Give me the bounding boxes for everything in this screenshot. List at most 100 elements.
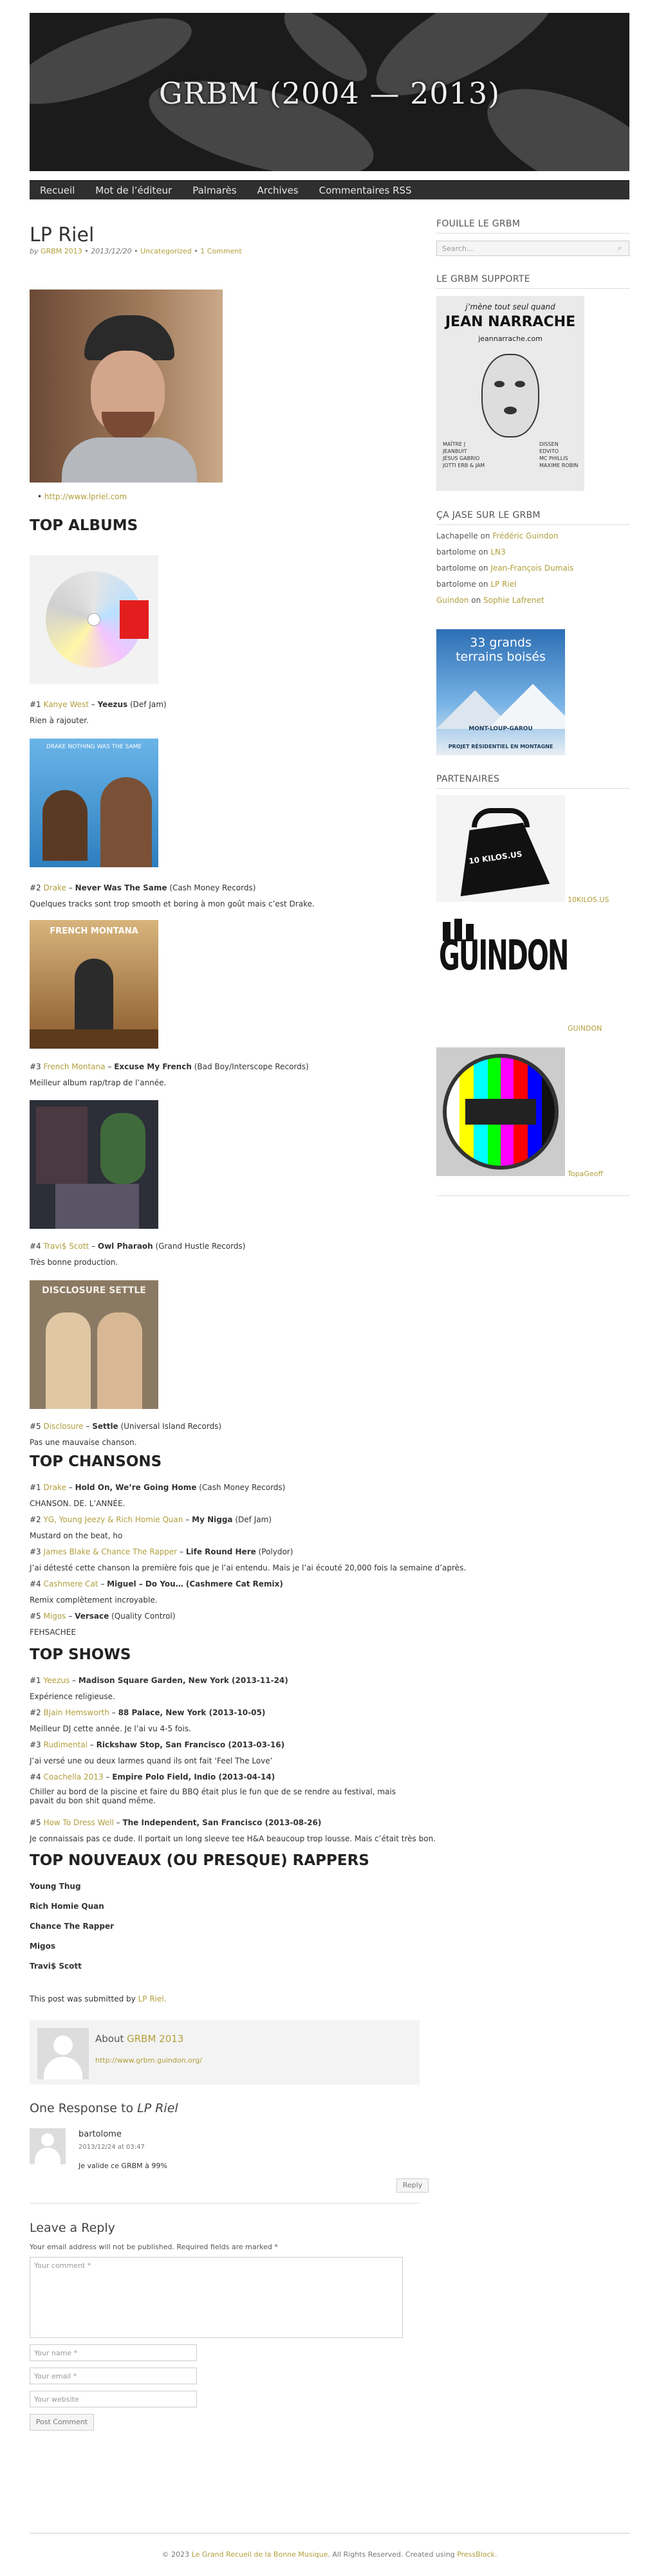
partner-link-topageoff[interactable]: TopaGeoff bbox=[568, 1170, 603, 1178]
album-cover-owl-pharaoh bbox=[30, 1100, 158, 1229]
album-comment-4: Très bonne production. bbox=[30, 1258, 118, 1267]
album-cover-nothing-was-the-same: DRAKE NOTHING WAS THE SAME bbox=[30, 739, 158, 867]
footer-site-link[interactable]: Le Grand Recueil de la Bonne Musique bbox=[192, 2550, 328, 2559]
partner-logo-topageoff[interactable] bbox=[436, 1047, 565, 1176]
reply-button[interactable]: Reply bbox=[396, 2178, 429, 2193]
top-albums-heading: TOP ALBUMS bbox=[30, 517, 138, 534]
show-line-5: #5 How To Dress Well – The Independent, … bbox=[30, 1818, 322, 1827]
external-link-item: • http://www.lpriel.com bbox=[37, 492, 127, 501]
show-line-3: #3 Rudimental – Rickshaw Stop, San Franc… bbox=[30, 1740, 285, 1749]
comment-author: bartolome bbox=[79, 2130, 122, 2139]
nav-item-mot-editeur[interactable]: Mot de l’éditeur bbox=[95, 185, 172, 196]
show-comment-1: Expérience religieuse. bbox=[30, 1692, 115, 1701]
search-icon[interactable]: ⌕ bbox=[618, 243, 622, 253]
album-comment-3: Meilleur album rap/trap de l’année. bbox=[30, 1078, 167, 1087]
recent-comment-5: Guindon on Sophie Lafrenet bbox=[436, 596, 544, 605]
site-title: GRBM (2004 — 2013) bbox=[158, 76, 501, 111]
responses-title: One Response to LP Riel bbox=[30, 2101, 178, 2115]
jean-narrache-poster[interactable]: j’mène tout seul quand JEAN NARRACHE jea… bbox=[436, 296, 584, 491]
commenter-avatar bbox=[30, 2128, 66, 2164]
show-comment-4: Chiller au bord de la piscine et faire d… bbox=[30, 1787, 396, 1805]
artist-website-link[interactable]: http://www.lpriel.com bbox=[44, 492, 127, 501]
top-nouveaux-heading: TOP NOUVEAUX (OU PRESQUE) RAPPERS bbox=[30, 1852, 369, 1869]
song-line-4: #4 Cashmere Cat – Miguel – Do You… (Cash… bbox=[30, 1579, 283, 1588]
meta-by: by bbox=[30, 247, 39, 255]
top-shows-heading: TOP SHOWS bbox=[30, 1646, 131, 1663]
about-author-link[interactable]: GRBM 2013 bbox=[127, 2033, 183, 2045]
author-link[interactable]: GRBM 2013 bbox=[41, 247, 82, 255]
support-heading: LE GRBM SUPPORTE bbox=[436, 274, 629, 289]
sidebar-divider bbox=[436, 1195, 629, 1196]
partner-logo-guindon[interactable]: GUINDON bbox=[436, 912, 569, 1026]
recent-comment-3: bartolome on Jean-François Dumais bbox=[436, 564, 574, 573]
song-comment-1: CHANSON. DE. L’ANNÉE. bbox=[30, 1499, 125, 1508]
rapper-item: Migos bbox=[30, 1942, 56, 1951]
submitted-by: This post was submitted by LP Riel. bbox=[30, 1994, 167, 2003]
site-banner[interactable]: GRBM (2004 — 2013) bbox=[30, 13, 629, 171]
nav-item-commentaires-rss[interactable]: Commentaires RSS bbox=[319, 185, 412, 196]
partner-link-guindon[interactable]: GUINDON bbox=[568, 1024, 602, 1033]
show-comment-2: Meilleur DJ cette année. Je l’ai vu 4-5 … bbox=[30, 1724, 191, 1733]
main-nav: Recueil Mot de l’éditeur Palmarès Archiv… bbox=[30, 180, 629, 199]
site-footer: © 2023 Le Grand Recueil de la Bonne Musi… bbox=[30, 2533, 629, 2559]
partner-link-10kilos[interactable]: 10KILOS.US bbox=[568, 896, 609, 904]
song-line-3: #3 James Blake & Chance The Rapper – Lif… bbox=[30, 1547, 293, 1556]
reply-note: Your email address will not be published… bbox=[30, 2243, 278, 2251]
song-line-5: #5 Migos – Versace (Quality Control) bbox=[30, 1612, 176, 1621]
partners-heading: PARTENAIRES bbox=[436, 774, 629, 789]
nav-item-recueil[interactable]: Recueil bbox=[40, 185, 75, 196]
email-input[interactable]: Your email * bbox=[30, 2368, 197, 2384]
name-input[interactable]: Your name * bbox=[30, 2344, 197, 2361]
show-line-1: #1 Yeezus – Madison Square Garden, New Y… bbox=[30, 1676, 288, 1685]
album-comment-2: Quelques tracks sont trop smooth et bori… bbox=[30, 899, 315, 908]
reply-heading: Leave a Reply bbox=[30, 2221, 115, 2235]
album-line-5: #5 Disclosure – Settle (Universal Island… bbox=[30, 1422, 222, 1431]
comment-text: Je valide ce GRBM à 99% bbox=[79, 2162, 167, 2170]
about-url[interactable]: http://www.grbm.guindon.org/ bbox=[95, 2056, 202, 2065]
balaclava-drawing bbox=[481, 354, 539, 437]
recent-comments-heading: ÇA JASE SUR LE GRBM bbox=[436, 510, 629, 525]
website-input[interactable]: Your website bbox=[30, 2391, 197, 2407]
author-box: About GRBM 2013 http://www.grbm.guindon.… bbox=[30, 2020, 420, 2084]
show-comment-5: Je connaissais pas ce dude. Il portait u… bbox=[30, 1834, 436, 1843]
top-chansons-heading: TOP CHANSONS bbox=[30, 1453, 162, 1470]
comment-date: 2013/12/24 at 03:47 bbox=[79, 2144, 145, 2151]
submitter-link[interactable]: LP Riel. bbox=[138, 1994, 167, 2003]
recent-comment-4: bartolome on LP Riel bbox=[436, 580, 517, 589]
ad-banner[interactable]: 33 grands terrains boisés MONT-LOUP-GARO… bbox=[436, 629, 565, 755]
song-line-1: #1 Drake – Hold On, We’re Going Home (Ca… bbox=[30, 1483, 286, 1492]
partner-logo-10kilos[interactable]: 10 KILOS.US bbox=[436, 795, 565, 902]
recent-comment-2: bartolome on LN3 bbox=[436, 547, 506, 557]
show-line-4: #4 Coachella 2013 – Empire Polo Field, I… bbox=[30, 1772, 275, 1781]
search-heading: FOUILLE LE GRBM bbox=[436, 219, 629, 234]
song-line-2: #2 YG, Young Jeezy & Rich Homie Quan – M… bbox=[30, 1515, 272, 1524]
search-input[interactable]: Search... bbox=[436, 241, 629, 256]
nav-item-palmares[interactable]: Palmarès bbox=[192, 185, 236, 196]
show-comment-3: J’ai versé une ou deux larmes quand ils … bbox=[30, 1756, 273, 1765]
post-meta: by GRBM 2013 • 2013/12/20 • Uncategorize… bbox=[30, 247, 242, 255]
album-line-1: #1 Kanye West – Yeezus (Def Jam) bbox=[30, 700, 167, 709]
rapper-item: Rich Homie Quan bbox=[30, 1902, 104, 1911]
author-avatar bbox=[37, 2028, 89, 2079]
nav-item-archives[interactable]: Archives bbox=[257, 185, 299, 196]
footer-theme-link[interactable]: PressBlock. bbox=[457, 2550, 497, 2559]
album-comment-5: Pas une mauvaise chanson. bbox=[30, 1438, 137, 1447]
song-comment-4: Remix complètement incroyable. bbox=[30, 1596, 158, 1605]
post-comment-button[interactable]: Post Comment bbox=[30, 2414, 94, 2431]
album-cover-settle: DISCLOSURE SETTLE bbox=[30, 1280, 158, 1409]
rapper-item: Young Thug bbox=[30, 1882, 81, 1891]
comment-textarea[interactable]: Your comment * bbox=[30, 2257, 403, 2338]
rapper-item: Chance The Rapper bbox=[30, 1922, 115, 1931]
album-line-2: #2 Drake – Never Was The Same (Cash Mone… bbox=[30, 883, 256, 892]
post-title: LP Riel bbox=[30, 224, 95, 246]
recent-comment-1: Lachapelle on Frédéric Guindon bbox=[436, 531, 559, 540]
album-comment-1: Rien à rajouter. bbox=[30, 716, 89, 725]
song-comment-5: FEHSACHEE bbox=[30, 1628, 76, 1637]
about-heading: About GRBM 2013 bbox=[95, 2033, 184, 2045]
comments-link[interactable]: 1 Comment bbox=[200, 247, 241, 255]
album-cover-excuse-my-french: FRENCH MONTANA bbox=[30, 920, 158, 1049]
category-link[interactable]: Uncategorized bbox=[140, 247, 192, 255]
song-comment-2: Mustard on the beat, ho bbox=[30, 1531, 123, 1540]
post-date: 2013/12/20 bbox=[91, 247, 132, 255]
song-comment-3: J’ai détesté cette chanson la première f… bbox=[30, 1563, 467, 1572]
